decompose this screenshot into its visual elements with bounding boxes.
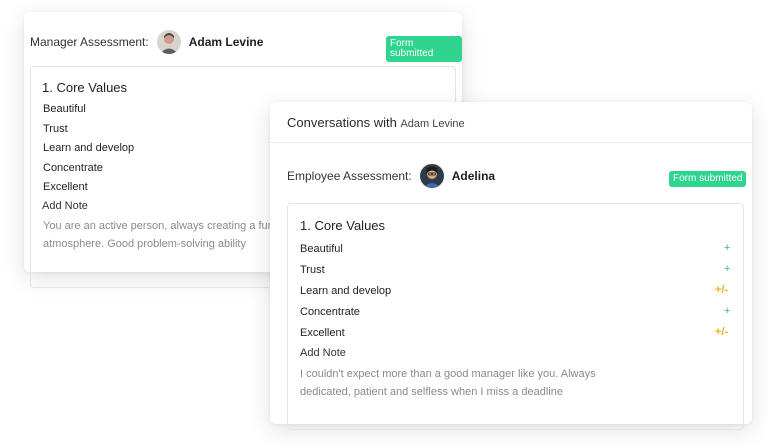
value-concentrate: Concentrate [300, 306, 360, 318]
manager-assessment-label: Manager Assessment: [30, 35, 149, 49]
score-trust: + [724, 263, 731, 275]
employee-assessment-label: Employee Assessment: [287, 169, 412, 183]
manager-note-line-1: You are an active person, always creatin… [43, 220, 274, 232]
score-beautiful: + [724, 242, 731, 254]
value-beautiful: Beautiful [43, 103, 86, 115]
value-learn-and-develop: Learn and develop [300, 285, 392, 297]
employee-note-text: I couldn't expect more than a good manag… [300, 365, 596, 401]
conversation-card: Conversations with Adam Levine Employee … [270, 102, 752, 430]
add-note-label[interactable]: Add Note [300, 347, 346, 359]
form-submitted-badge: Form submitted [669, 171, 747, 187]
score-excellent: +/- [715, 326, 729, 338]
conversation-title: Conversations with Adam Levine [287, 115, 465, 130]
value-trust: Trust [43, 123, 68, 135]
conversation-title-text: Conversations with [287, 115, 397, 130]
value-learn-and-develop: Learn and develop [43, 142, 135, 154]
manager-note-line-2: atmosphere. Good problem-solving ability [43, 238, 246, 250]
employee-name[interactable]: Adelina [452, 169, 495, 183]
core-values-title: 1. Core Values [300, 218, 386, 233]
employee-note-line-1: I couldn't expect more than a good manag… [300, 368, 596, 380]
manager-note-text: You are an active person, always creatin… [43, 217, 274, 253]
value-concentrate: Concentrate [43, 162, 103, 174]
employee-note-line-2: dedicated, patient and selfless when I m… [300, 386, 563, 398]
manager-assessment-header: Manager Assessment: Adam Levine [30, 30, 263, 54]
score-concentrate: + [724, 305, 731, 317]
employee-avatar[interactable] [419, 164, 444, 188]
form-submitted-badge: Form submitted [386, 36, 462, 62]
value-excellent: Excellent [43, 181, 88, 193]
core-values-title: 1. Core Values [42, 80, 128, 95]
manager-name[interactable]: Adam Levine [189, 35, 264, 49]
manager-avatar[interactable] [156, 30, 181, 54]
add-note-label[interactable]: Add Note [42, 200, 88, 212]
conversation-header: Conversations with Adam Levine [270, 102, 752, 143]
core-values-box: 1. Core Values Beautiful + Trust + Learn… [287, 203, 744, 430]
score-learn-and-develop: +/- [715, 284, 729, 296]
value-beautiful: Beautiful [300, 243, 343, 255]
value-trust: Trust [300, 264, 325, 276]
employee-assessment-header: Employee Assessment: Adelina [287, 164, 495, 188]
conversation-title-name: Adam Levine [400, 118, 465, 130]
value-excellent: Excellent [300, 327, 345, 339]
